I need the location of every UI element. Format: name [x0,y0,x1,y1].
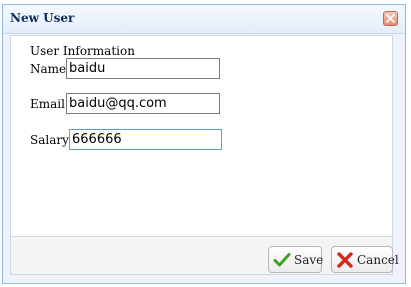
cross-icon [337,252,353,268]
dialog-footer: Save Cancel [10,237,399,275]
cancel-label: Cancel [357,253,399,267]
section-title: User Information [30,44,135,58]
salary-label: Salary: [30,133,73,147]
save-button[interactable]: Save [268,246,324,273]
dialog-title: New User [10,11,75,25]
name-field[interactable] [66,58,220,79]
email-field[interactable] [66,93,220,114]
dialog-body: User Information Name: Email: Salary: [10,35,393,237]
dialog-titlebar[interactable]: New User [3,5,405,34]
cancel-button[interactable]: Cancel [331,246,399,273]
salary-field[interactable] [69,129,222,150]
name-label: Name: [30,62,71,76]
close-icon [386,14,395,23]
close-button[interactable] [383,11,398,26]
save-label: Save [294,253,324,267]
email-label: Email: [30,97,70,111]
checkmark-icon [273,253,291,267]
